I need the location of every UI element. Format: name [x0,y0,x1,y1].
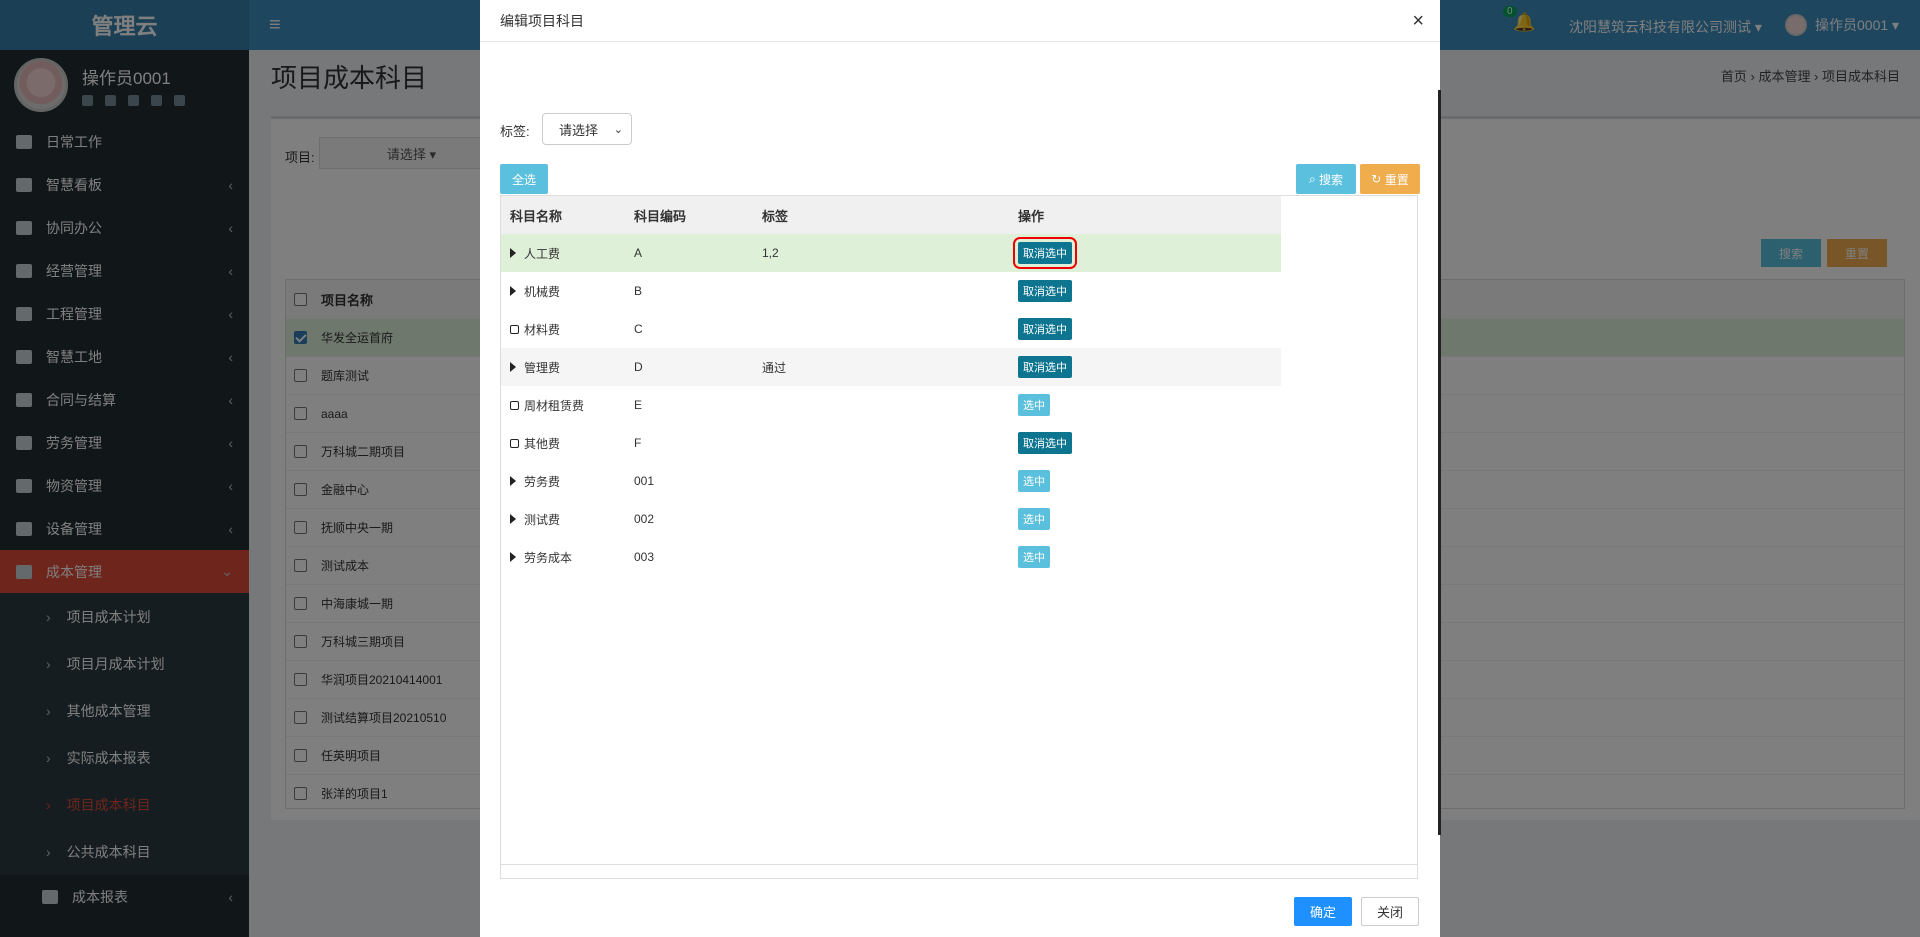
table-row[interactable]: 其他费 F 取消选中 [501,424,1281,462]
refresh-icon: ↻ [1371,172,1382,186]
search-icon: ⌕ [1308,171,1316,186]
leaf-square-icon [510,438,519,448]
modal-header: 编辑项目科目 [480,0,1440,42]
confirm-button[interactable]: 确定 [1294,897,1352,926]
deselect-button[interactable]: 取消选中 [1018,280,1072,302]
table-header: 科目名称 科目编码 标签 操作 [501,196,1281,234]
select-button[interactable]: 选中 [1018,470,1050,492]
chevron-down-icon: ⌄ [613,124,623,136]
table-row[interactable]: 测试费 002 选中 [501,500,1281,538]
select-all-button[interactable]: 全选 [500,164,548,194]
expand-triangle-icon[interactable] [510,248,516,258]
table-row[interactable]: 人工费 A 1,2 取消选中 [501,234,1281,272]
table-row[interactable]: 劳务成本 003 选中 [501,538,1281,576]
table-row[interactable]: 材料费 C 取消选中 [501,310,1281,348]
close-icon[interactable]: × [1412,10,1424,33]
select-button[interactable]: 选中 [1018,546,1050,568]
leaf-square-icon [510,324,519,334]
expand-triangle-icon[interactable] [510,362,516,372]
deselect-button[interactable]: 取消选中 [1013,237,1077,269]
deselect-button[interactable]: 取消选中 [1018,356,1072,378]
table-row[interactable]: 周材租赁费 E 选中 [501,386,1281,424]
expand-triangle-icon[interactable] [510,476,516,486]
expand-triangle-icon[interactable] [510,552,516,562]
search-button[interactable]: ⌕ 搜索 [1296,164,1356,194]
table-row[interactable]: 机械费 B 取消选中 [501,272,1281,310]
scrollbar[interactable] [1438,90,1441,835]
reset-button[interactable]: ↻ 重置 [1360,164,1420,194]
subject-tree-table: 科目名称 科目编码 标签 操作 人工费 A 1,2 取消选中 机械费 B 取消选… [500,195,1418,879]
select-button[interactable]: 选中 [1018,508,1050,530]
expand-triangle-icon[interactable] [510,286,516,296]
modal-title: 编辑项目科目 [500,12,584,29]
tag-label: 标签: [500,124,530,139]
edit-subject-modal: 编辑项目科目 × 标签: 请选择 ⌄ 全选 ⌕ 搜索 ↻ 重置 科目名称 科目编码… [480,0,1441,937]
expand-triangle-icon[interactable] [510,514,516,524]
table-row[interactable]: 劳务费 001 选中 [501,462,1281,500]
select-button[interactable]: 选中 [1018,394,1050,416]
tag-select[interactable]: 请选择 ⌄ [542,113,632,145]
leaf-square-icon [510,400,519,410]
close-button[interactable]: 关闭 [1361,897,1419,926]
table-footer [501,864,1417,878]
table-row[interactable]: 管理费 D 通过 取消选中 [501,348,1281,386]
deselect-button[interactable]: 取消选中 [1018,432,1072,454]
deselect-button[interactable]: 取消选中 [1018,318,1072,340]
